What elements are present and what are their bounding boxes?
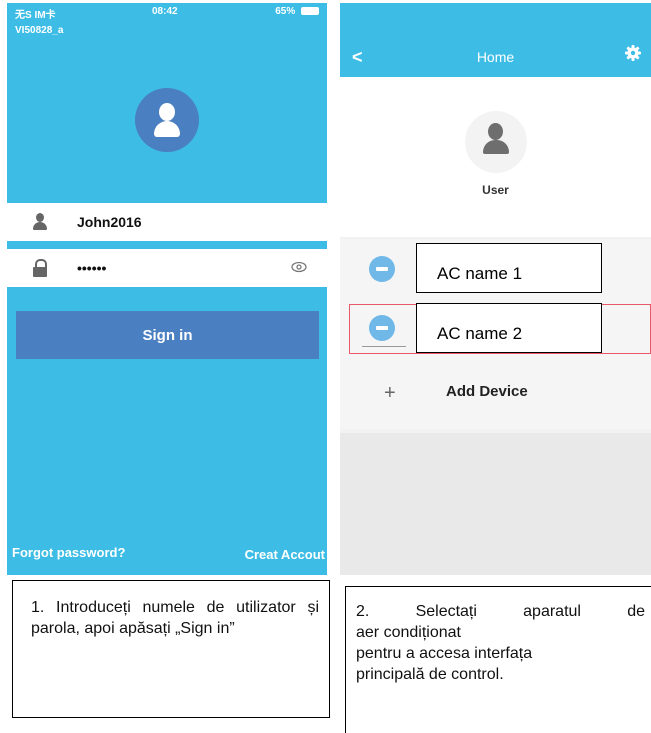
plus-icon[interactable]: +	[384, 382, 396, 405]
password-value[interactable]: ••••••	[77, 260, 106, 276]
lock-icon-body	[33, 267, 47, 277]
user-avatar[interactable]	[465, 111, 527, 173]
username-value[interactable]: John2016	[77, 214, 142, 230]
battery-percent: 65%	[275, 6, 296, 17]
step-2-caption: 2. Selectați aparatul de aer condiționat…	[345, 586, 651, 733]
status-bar: 无S IM卡 08:42 65%	[7, 3, 327, 21]
device-name: AC name 1	[437, 264, 523, 283]
user-icon	[32, 213, 48, 231]
battery-indicator: 65%	[275, 6, 319, 17]
battery-icon	[301, 7, 319, 16]
home-screen: < Home User AC name 1 AC name 2 + Add De…	[340, 3, 651, 575]
carrier-label: 无S IM卡	[15, 10, 56, 21]
ac-unit-icon-slot	[376, 267, 388, 271]
page-title: Home	[476, 49, 515, 65]
user-panel: User	[340, 77, 651, 237]
status-time: 08:42	[152, 6, 178, 17]
ac-unit-icon[interactable]	[369, 256, 395, 282]
avatar-body	[154, 121, 180, 137]
login-screen: 无S IM卡 08:42 65% VI50828_a John2016 ••••…	[7, 3, 327, 575]
avatar-head	[159, 103, 175, 121]
lock-icon	[32, 259, 48, 277]
user-icon-head	[36, 213, 44, 222]
step-1-caption: 1. Introduceți numele de utilizator și p…	[12, 580, 330, 718]
device-item-ac-2[interactable]: AC name 2	[416, 303, 602, 353]
password-field[interactable]: ••••••	[7, 249, 327, 287]
divider	[362, 346, 406, 347]
username-field[interactable]: John2016	[7, 203, 327, 241]
ac-unit-icon-slot	[376, 326, 388, 330]
add-device-button[interactable]: Add Device	[446, 383, 528, 400]
gear-icon[interactable]	[625, 45, 641, 61]
user-avatar-head	[488, 123, 503, 140]
caption-line: aer condiționat	[356, 624, 461, 641]
empty-area	[340, 433, 651, 575]
nav-bar: < Home	[340, 3, 651, 77]
caption-line: principală de control.	[356, 666, 504, 683]
create-account-link[interactable]: Creat Accout	[245, 547, 325, 562]
device-name: AC name 2	[437, 324, 523, 343]
user-avatar-body	[483, 140, 509, 154]
avatar	[135, 88, 199, 152]
user-label: User	[482, 183, 509, 197]
caption-line: pentru a accesa interfața	[356, 645, 533, 662]
forgot-password-link[interactable]: Forgot password?	[12, 545, 125, 560]
wifi-ssid-label: VI50828_a	[15, 25, 64, 36]
eye-icon[interactable]	[291, 261, 307, 273]
device-item-ac-1[interactable]: AC name 1	[416, 243, 602, 293]
sign-in-button[interactable]: Sign in	[16, 311, 319, 359]
caption-line: 2. Selectați aparatul de	[356, 603, 645, 620]
user-icon-body	[33, 222, 47, 230]
ac-unit-icon[interactable]	[369, 315, 395, 341]
